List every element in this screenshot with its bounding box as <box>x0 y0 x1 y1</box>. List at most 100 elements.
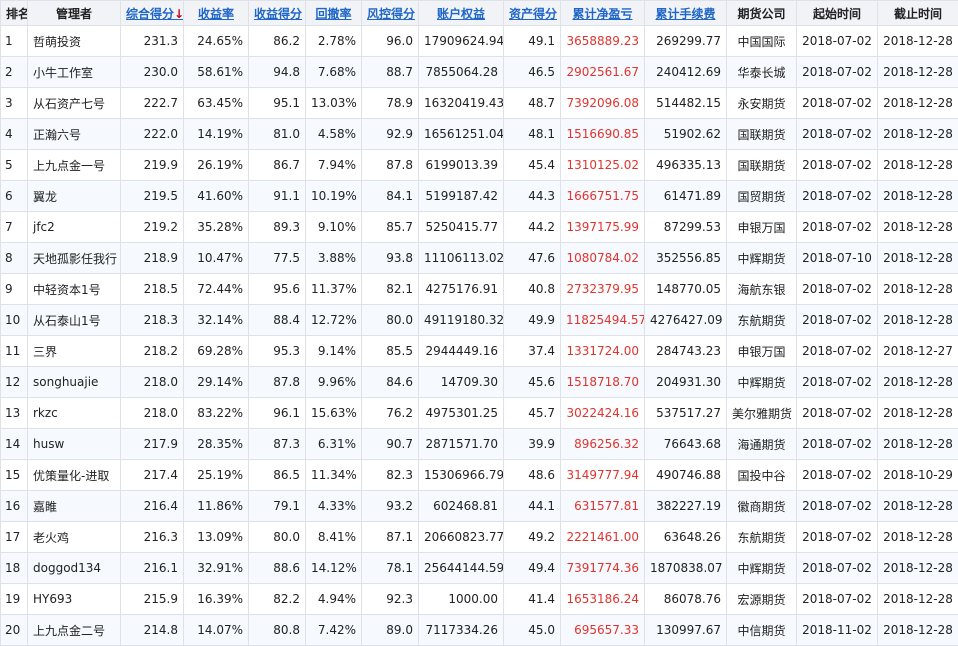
cumulative-fees-cell: 148770.05 <box>645 274 727 305</box>
rank-cell: 12 <box>1 367 28 398</box>
end-date-cell: 2018-12-28 <box>878 367 958 398</box>
header-return-rate[interactable]: 收益率 <box>184 1 249 26</box>
asset-score-cell: 40.8 <box>504 274 561 305</box>
manager-cell: 嘉睢 <box>28 491 121 522</box>
account-equity-cell: 20660823.77 <box>419 522 504 553</box>
asset-score-cell: 41.4 <box>504 584 561 615</box>
account-equity-cell: 602468.81 <box>419 491 504 522</box>
rank-cell: 2 <box>1 57 28 88</box>
table-row: 20上九点金二号214.814.07%80.87.42%89.07117334.… <box>1 615 958 646</box>
return-rate-cell: 35.28% <box>184 212 249 243</box>
header-account-equity[interactable]: 账户权益 <box>419 1 504 26</box>
cumulative-net-pnl-cell: 1518718.70 <box>561 367 645 398</box>
rank-cell: 3 <box>1 88 28 119</box>
header-rank: 排名 <box>1 1 28 26</box>
manager-cell: rkzc <box>28 398 121 429</box>
account-equity-cell: 11106113.02 <box>419 243 504 274</box>
header-risk-score[interactable]: 风控得分 <box>362 1 419 26</box>
end-date-cell: 2018-12-28 <box>878 150 958 181</box>
asset-score-cell: 48.1 <box>504 119 561 150</box>
risk-score-cell: 90.7 <box>362 429 419 460</box>
start-date-cell: 2018-07-02 <box>797 26 878 57</box>
cumulative-fees-cell: 537517.27 <box>645 398 727 429</box>
return-rate-cell: 41.60% <box>184 181 249 212</box>
sort-desc-arrow-icon: ↓ <box>174 7 183 21</box>
drawdown-rate-cell: 2.78% <box>306 26 362 57</box>
asset-score-cell: 39.9 <box>504 429 561 460</box>
rank-cell: 11 <box>1 336 28 367</box>
risk-score-cell: 87.1 <box>362 522 419 553</box>
manager-cell: doggod134 <box>28 553 121 584</box>
table-row: 12songhuajie218.029.14%87.89.96%84.61470… <box>1 367 958 398</box>
end-date-cell: 2018-12-28 <box>878 305 958 336</box>
composite-score-cell: 216.3 <box>121 522 184 553</box>
cumulative-fees-cell: 284743.23 <box>645 336 727 367</box>
futures-company-cell: 宏源期货 <box>727 584 797 615</box>
cumulative-fees-cell: 76643.68 <box>645 429 727 460</box>
futures-company-cell: 中信期货 <box>727 615 797 646</box>
return-rate-cell: 32.14% <box>184 305 249 336</box>
drawdown-rate-cell: 9.10% <box>306 212 362 243</box>
manager-cell: 三界 <box>28 336 121 367</box>
return-rate-cell: 32.91% <box>184 553 249 584</box>
account-equity-cell: 49119180.32 <box>419 305 504 336</box>
header-futures-company: 期货公司 <box>727 1 797 26</box>
cumulative-fees-cell: 240412.69 <box>645 57 727 88</box>
cumulative-net-pnl-cell: 1310125.02 <box>561 150 645 181</box>
return-score-cell: 77.5 <box>249 243 306 274</box>
risk-score-cell: 93.8 <box>362 243 419 274</box>
table-row: 14husw217.928.35%87.36.31%90.72871571.70… <box>1 429 958 460</box>
account-equity-cell: 16561251.04 <box>419 119 504 150</box>
header-asset-score[interactable]: 资产得分 <box>504 1 561 26</box>
cumulative-net-pnl-cell: 2732379.95 <box>561 274 645 305</box>
drawdown-rate-cell: 14.12% <box>306 553 362 584</box>
account-equity-cell: 6199013.39 <box>419 150 504 181</box>
return-rate-cell: 25.19% <box>184 460 249 491</box>
drawdown-rate-cell: 7.42% <box>306 615 362 646</box>
cumulative-net-pnl-cell: 1666751.75 <box>561 181 645 212</box>
composite-score-cell: 218.0 <box>121 398 184 429</box>
start-date-cell: 2018-07-02 <box>797 57 878 88</box>
rank-cell: 13 <box>1 398 28 429</box>
rank-cell: 4 <box>1 119 28 150</box>
start-date-cell: 2018-07-02 <box>797 119 878 150</box>
return-score-cell: 86.5 <box>249 460 306 491</box>
header-drawdown-rate[interactable]: 回撤率 <box>306 1 362 26</box>
return-score-cell: 87.3 <box>249 429 306 460</box>
rank-cell: 10 <box>1 305 28 336</box>
futures-company-cell: 国投中谷 <box>727 460 797 491</box>
header-composite-score[interactable]: 综合得分↓ <box>121 1 184 26</box>
header-end-date: 截止时间 <box>878 1 958 26</box>
cumulative-net-pnl-cell: 3149777.94 <box>561 460 645 491</box>
risk-score-cell: 87.8 <box>362 150 419 181</box>
account-equity-cell: 4975301.25 <box>419 398 504 429</box>
header-return-score[interactable]: 收益得分 <box>249 1 306 26</box>
table-row: 10从石泰山1号218.332.14%88.412.72%80.04911918… <box>1 305 958 336</box>
drawdown-rate-cell: 4.94% <box>306 584 362 615</box>
return-rate-cell: 11.86% <box>184 491 249 522</box>
header-cumulative-net-pnl[interactable]: 累计净盈亏 <box>561 1 645 26</box>
asset-score-cell: 45.7 <box>504 398 561 429</box>
cumulative-fees-cell: 4276427.09 <box>645 305 727 336</box>
table-row: 5上九点金一号219.926.19%86.77.94%87.86199013.3… <box>1 150 958 181</box>
risk-score-cell: 82.1 <box>362 274 419 305</box>
cumulative-fees-cell: 61471.89 <box>645 181 727 212</box>
composite-score-cell: 218.2 <box>121 336 184 367</box>
return-score-cell: 95.1 <box>249 88 306 119</box>
manager-cell: 小牛工作室 <box>28 57 121 88</box>
asset-score-cell: 48.7 <box>504 88 561 119</box>
account-equity-cell: 1000.00 <box>419 584 504 615</box>
rank-cell: 14 <box>1 429 28 460</box>
drawdown-rate-cell: 4.33% <box>306 491 362 522</box>
asset-score-cell: 44.3 <box>504 181 561 212</box>
cumulative-net-pnl-cell: 3022424.16 <box>561 398 645 429</box>
rank-cell: 15 <box>1 460 28 491</box>
end-date-cell: 2018-12-28 <box>878 119 958 150</box>
risk-score-cell: 92.3 <box>362 584 419 615</box>
return-score-cell: 94.8 <box>249 57 306 88</box>
composite-score-cell: 219.5 <box>121 181 184 212</box>
header-cumulative-fees[interactable]: 累计手续费 <box>645 1 727 26</box>
end-date-cell: 2018-12-28 <box>878 88 958 119</box>
composite-score-cell: 218.3 <box>121 305 184 336</box>
table-row: 6翼龙219.541.60%91.110.19%84.15199187.4244… <box>1 181 958 212</box>
